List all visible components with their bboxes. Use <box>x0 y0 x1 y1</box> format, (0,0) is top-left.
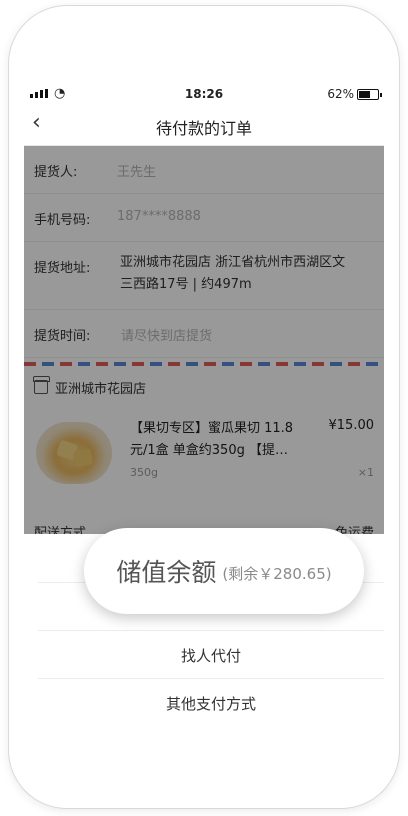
page-title: 待付款的订单 <box>155 119 252 138</box>
balance-label: 储值余额 <box>116 558 217 587</box>
balance-remaining: (剩余￥280.65) <box>222 564 332 583</box>
battery-icon <box>357 89 382 100</box>
nav-bar: ‹ 待付款的订单 <box>24 104 384 146</box>
other-payment-button[interactable]: 其他支付方式 <box>38 678 384 724</box>
status-bar: ◔ 18:26 62% <box>24 84 384 104</box>
stored-balance-button[interactable]: 储值余额 (剩余￥280.65) <box>84 528 364 614</box>
app-screen: ◔ 18:26 62% ‹ 待付款的订单 提货人: 王先生 手机号码: 187*… <box>24 84 384 724</box>
modal-backdrop[interactable] <box>24 146 384 534</box>
friend-pay-button[interactable]: 找人代付 <box>38 630 384 678</box>
battery-percent: 62% <box>327 87 354 101</box>
